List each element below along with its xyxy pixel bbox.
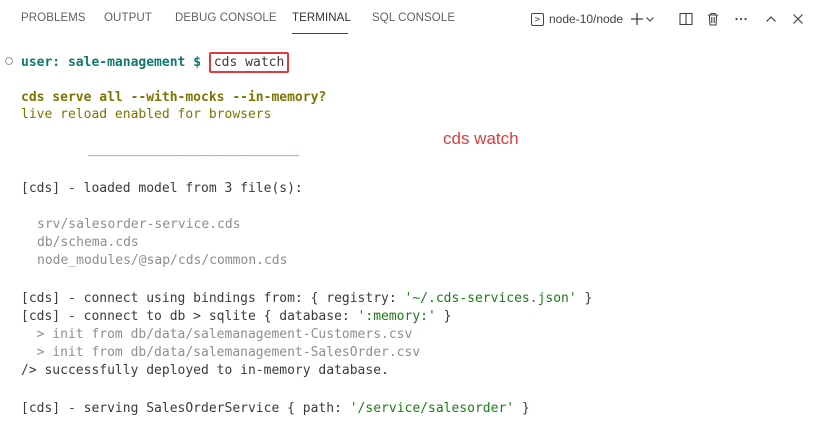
loaded-model-line: [cds] - loaded model from 3 file(s): (21, 181, 303, 196)
serve-line: cds serve all --with-mocks --in-memory? (21, 90, 327, 105)
tab-problems[interactable]: PROBLEMS (21, 12, 86, 24)
panel-tab-bar: PROBLEMS OUTPUT DEBUG CONSOLE TERMINAL S… (0, 0, 840, 38)
registry-value: '~/.cds-services.json' (404, 291, 577, 306)
service-path-value: '/service/salesorder' (349, 401, 515, 416)
tab-terminal[interactable]: TERMINAL (292, 12, 351, 24)
close-panel-button[interactable] (789, 10, 807, 28)
trash-icon (708, 12, 718, 26)
connect-bindings-text: [cds] - connect using bindings from: { r… (21, 291, 405, 306)
tab-output[interactable]: OUTPUT (104, 12, 152, 24)
terminal-selector[interactable]: > node-10/node (531, 10, 623, 28)
init-line: > init from db/data/salemanagement-Custo… (21, 327, 413, 342)
separator-line: ___________________________ (88, 142, 300, 157)
connect-db-text: [cds] - connect to db > sqlite { databas… (21, 309, 358, 324)
connect-db-line: [cds] - connect to db > sqlite { databas… (21, 308, 451, 326)
kill-terminal-button[interactable] (704, 10, 722, 28)
chevron-down-icon (646, 17, 654, 22)
more-icon (735, 17, 747, 21)
more-actions-button[interactable] (732, 10, 750, 28)
terminal-icon: > (531, 12, 544, 26)
model-file: db/schema.cds (37, 235, 139, 250)
command-status-icon (5, 57, 13, 65)
reload-line: live reload enabled for browsers (21, 107, 272, 122)
tab-sql-console[interactable]: SQL CONSOLE (372, 12, 455, 24)
prompt-line: user: sale-management $ cds watch (21, 52, 290, 73)
terminal-dropdown-button[interactable] (644, 10, 656, 28)
split-icon (679, 12, 693, 26)
init-line: > init from db/data/salemanagement-Sales… (21, 345, 421, 360)
highlighted-command: cds watch (208, 52, 290, 73)
serving-line: [cds] - serving SalesOrderService { path… (21, 400, 530, 418)
plus-icon (631, 13, 643, 25)
prompt-user: user: sale-management (21, 55, 186, 70)
connect-db-suffix: } (435, 309, 452, 324)
split-terminal-button[interactable] (677, 10, 695, 28)
terminal-name: node-10/node (549, 12, 624, 26)
connect-bindings-suffix: } (576, 291, 593, 306)
close-icon (793, 14, 803, 24)
prompt-symbol: $ (193, 55, 202, 70)
active-tab-indicator (292, 33, 348, 34)
chevron-up-icon (766, 16, 776, 22)
model-file: srv/salesorder-service.cds (37, 217, 241, 232)
deployed-line: /> successfully deployed to in-memory da… (21, 363, 389, 378)
tab-debug-console[interactable]: DEBUG CONSOLE (175, 12, 277, 24)
maximize-panel-button[interactable] (762, 10, 780, 28)
annotation-label: cds watch (443, 129, 519, 148)
serving-suffix: } (514, 401, 530, 416)
database-value: ':memory:' (357, 309, 436, 324)
connect-bindings-line: [cds] - connect using bindings from: { r… (21, 290, 592, 308)
serving-text: [cds] - serving SalesOrderService { path… (21, 401, 350, 416)
model-file: node_modules/@sap/cds/common.cds (37, 253, 288, 268)
